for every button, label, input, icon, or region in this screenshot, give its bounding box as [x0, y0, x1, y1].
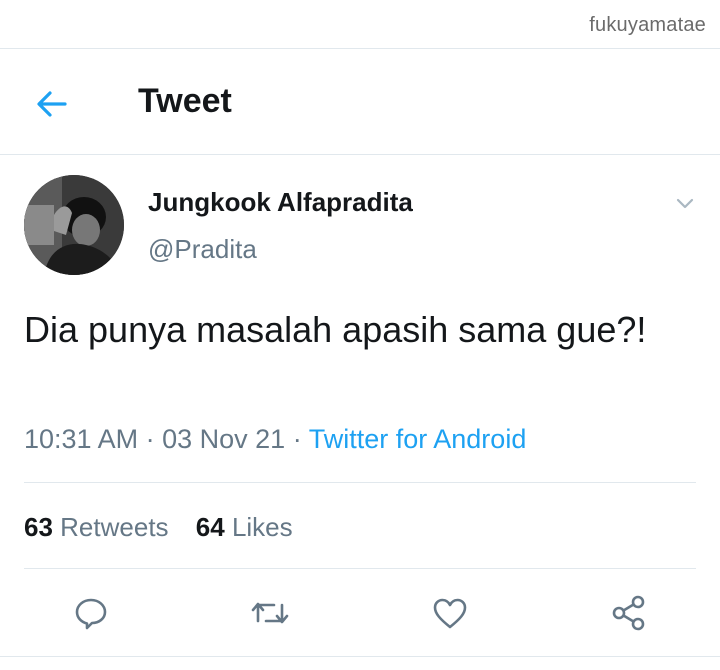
tweet-time: 10:31 AM	[24, 424, 139, 454]
tweet-text: Dia punya masalah apasih sama gue?!	[24, 309, 647, 350]
header: Tweet	[0, 50, 720, 154]
avatar[interactable]	[24, 175, 124, 275]
tweet-stats: 63 Retweets 64 Likes	[24, 512, 293, 543]
arrow-left-icon	[37, 91, 67, 117]
likes-count: 64	[195, 512, 225, 542]
likes-label: Likes	[231, 512, 293, 542]
chevron-down-icon	[676, 198, 694, 209]
reply-button[interactable]	[68, 590, 114, 636]
share-button[interactable]	[606, 590, 652, 636]
header-divider	[0, 154, 720, 155]
page-title: Tweet	[138, 82, 232, 120]
display-name[interactable]: Jungkook Alfapradita	[148, 187, 413, 218]
likes-stat[interactable]: 64 Likes	[196, 512, 293, 542]
retweet-button[interactable]	[247, 590, 293, 636]
more-options-button[interactable]	[674, 192, 696, 214]
meta-separator: ·	[292, 424, 302, 454]
watermark: fukuyamatae	[589, 14, 706, 36]
stats-divider	[24, 568, 696, 569]
action-bar	[0, 590, 720, 636]
meta-divider	[24, 482, 696, 483]
retweet-icon	[251, 602, 289, 624]
reply-icon	[75, 598, 107, 630]
avatar-image	[24, 175, 124, 275]
share-icon	[612, 595, 645, 631]
tweet-source-link[interactable]: Twitter for Android	[309, 424, 527, 454]
user-handle[interactable]: @Pradita	[148, 234, 257, 265]
like-button[interactable]	[427, 590, 473, 636]
meta-separator: ·	[145, 424, 155, 454]
tweet-date: 03 Nov 21	[162, 424, 286, 454]
retweets-stat[interactable]: 63 Retweets	[24, 512, 169, 542]
back-button[interactable]	[30, 82, 74, 126]
retweets-label: Retweets	[60, 512, 169, 542]
bottom-divider	[0, 656, 720, 657]
top-divider	[0, 48, 720, 49]
retweets-count: 63	[24, 512, 53, 542]
tweet-meta: 10:31 AM · 03 Nov 21 · Twitter for Andro…	[24, 424, 526, 455]
like-icon	[433, 598, 467, 629]
